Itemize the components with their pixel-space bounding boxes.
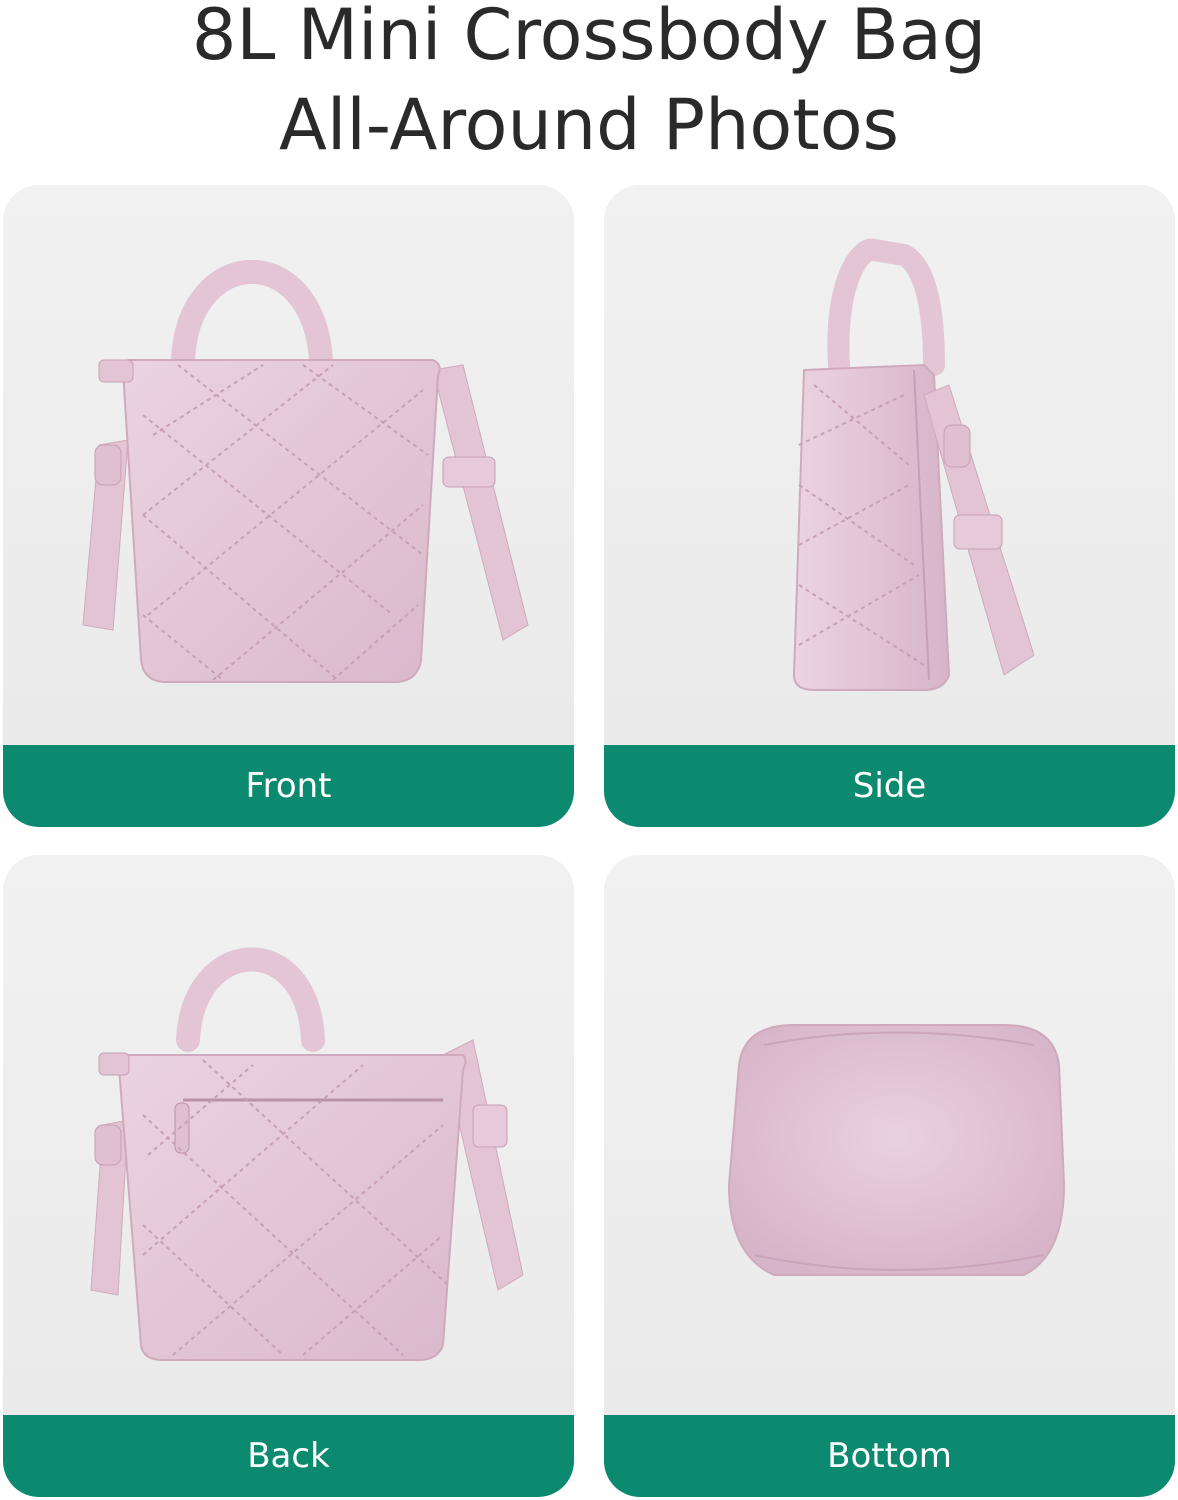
bag-back-photo [3, 855, 574, 1415]
bag-front-photo [3, 185, 574, 745]
card-label-back: Back [3, 1415, 574, 1497]
card-label-front: Front [3, 745, 574, 827]
card-label-bottom: Bottom [604, 1415, 1175, 1497]
photo-card-side: Side [604, 185, 1175, 827]
photo-card-back: Back [3, 855, 574, 1497]
card-label-side: Side [604, 745, 1175, 827]
bag-side-photo [604, 185, 1175, 745]
title-line-1: 8L Mini Crossbody Bag [191, 0, 987, 76]
photo-card-bottom: Bottom [604, 855, 1175, 1497]
title-line-2: All-Around Photos [278, 84, 900, 166]
bag-bottom-photo [604, 855, 1175, 1415]
photo-card-front: Front [3, 185, 574, 827]
